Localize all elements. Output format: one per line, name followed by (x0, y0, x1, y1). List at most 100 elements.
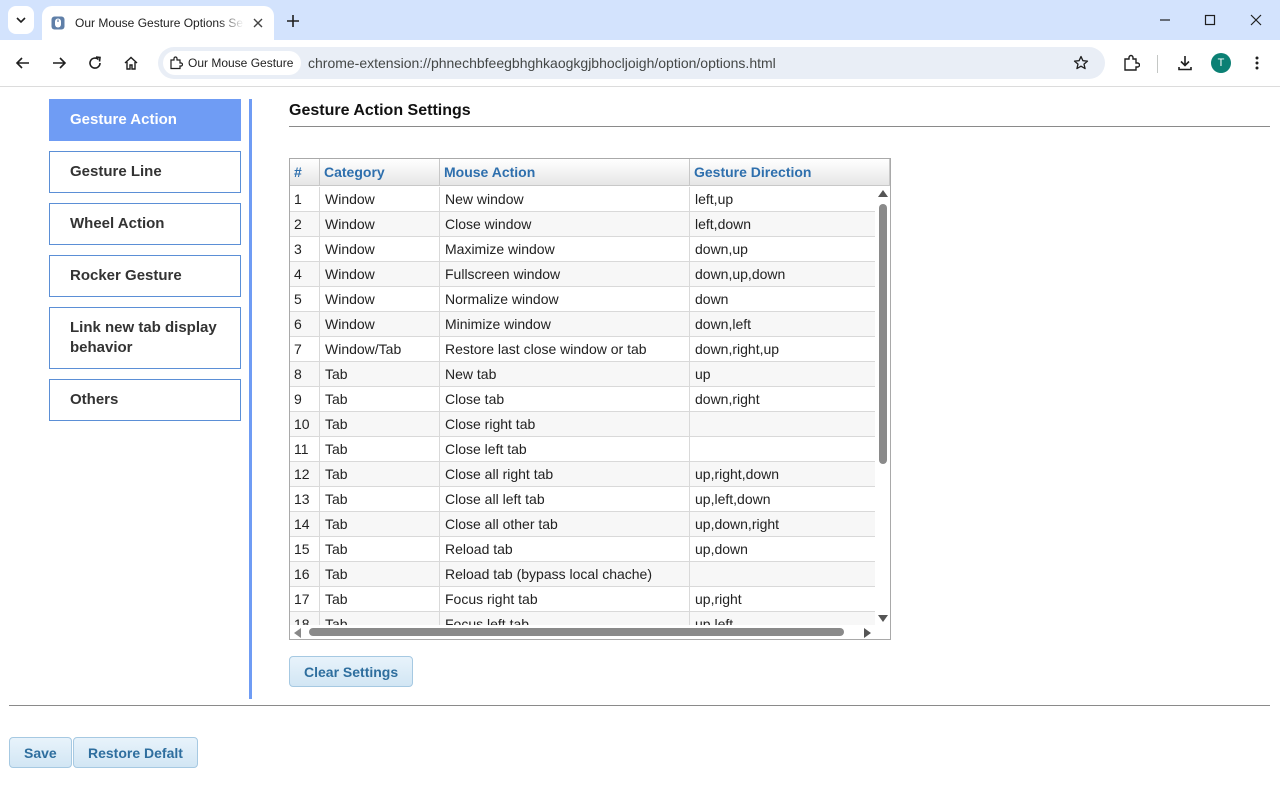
scroll-down-icon[interactable] (878, 615, 888, 622)
cell-index: 13 (290, 487, 320, 512)
cell-gesture-direction[interactable] (690, 562, 875, 587)
cell-gesture-direction[interactable]: up,right (690, 587, 875, 612)
cell-category: Window/Tab (320, 337, 440, 362)
table-row[interactable]: 3 Window Maximize window down,up (290, 237, 875, 262)
cell-gesture-direction[interactable]: up,left (690, 612, 875, 625)
table-row[interactable]: 9 Tab Close tab down,right (290, 387, 875, 412)
column-header-gesture-direction[interactable]: Gesture Direction (690, 159, 890, 186)
cell-gesture-direction[interactable] (690, 412, 875, 437)
minimize-window-button[interactable] (1153, 8, 1177, 32)
table-row[interactable]: 2 Window Close window left,down (290, 212, 875, 237)
close-window-button[interactable] (1244, 8, 1268, 32)
cell-mouse-action: Close all left tab (440, 487, 690, 512)
url-text[interactable]: chrome-extension://phnechbfeegbhghkaogkg… (308, 55, 776, 71)
settings-sidebar: Gesture Action Gesture Line Wheel Action… (49, 99, 241, 431)
mouse-icon (50, 15, 66, 31)
column-header-category[interactable]: Category (320, 159, 440, 186)
cell-gesture-direction[interactable]: down,right,up (690, 337, 875, 362)
extensions-button[interactable] (1119, 51, 1143, 75)
cell-index: 2 (290, 212, 320, 237)
cell-mouse-action: Reload tab (440, 537, 690, 562)
forward-button[interactable] (47, 51, 71, 75)
scroll-left-icon[interactable] (294, 628, 301, 638)
options-page: Gesture Action Gesture Line Wheel Action… (0, 87, 1280, 800)
vertical-scroll-thumb[interactable] (879, 204, 887, 464)
browser-tab-active[interactable]: Our Mouse Gesture Options Settings (42, 6, 274, 40)
cell-category: Tab (320, 487, 440, 512)
column-header-mouse-action[interactable]: Mouse Action (440, 159, 690, 186)
cell-gesture-direction[interactable]: down (690, 287, 875, 312)
cell-category: Tab (320, 537, 440, 562)
home-button[interactable] (119, 51, 143, 75)
cell-gesture-direction[interactable]: down,up (690, 237, 875, 262)
horizontal-scrollbar[interactable] (290, 625, 890, 639)
restore-default-button[interactable]: Restore Defalt (73, 737, 198, 768)
scroll-right-icon[interactable] (864, 628, 871, 638)
table-row[interactable]: 15 Tab Reload tab up,down (290, 537, 875, 562)
cell-category: Window (320, 287, 440, 312)
save-button[interactable]: Save (9, 737, 72, 768)
vertical-scrollbar[interactable] (875, 187, 890, 625)
chevron-down-icon (16, 17, 26, 24)
cell-gesture-direction[interactable]: left,down (690, 212, 875, 237)
table-row[interactable]: 7 Window/Tab Restore last close window or … (290, 337, 875, 362)
cell-mouse-action: Maximize window (440, 237, 690, 262)
profile-avatar[interactable]: T (1211, 53, 1231, 73)
sidebar-item-wheel-action[interactable]: Wheel Action (49, 203, 241, 245)
cell-gesture-direction[interactable]: up (690, 362, 875, 387)
table-row[interactable]: 17 Tab Focus right tab up,right (290, 587, 875, 612)
table-row[interactable]: 5 Window Normalize window down (290, 287, 875, 312)
table-row[interactable]: 11 Tab Close left tab (290, 437, 875, 462)
reload-button[interactable] (83, 51, 107, 75)
cell-index: 4 (290, 262, 320, 287)
sidebar-item-others[interactable]: Others (49, 379, 241, 421)
table-row[interactable]: 1 Window New window left,up (290, 187, 875, 212)
cell-gesture-direction[interactable]: up,down,right (690, 512, 875, 537)
menu-button[interactable] (1245, 51, 1269, 75)
cell-gesture-direction[interactable]: left,up (690, 187, 875, 212)
back-button[interactable] (11, 51, 35, 75)
table-row[interactable]: 8 Tab New tab up (290, 362, 875, 387)
scroll-up-icon[interactable] (878, 190, 888, 197)
cell-gesture-direction[interactable]: up,left,down (690, 487, 875, 512)
close-icon (1250, 14, 1262, 26)
cell-gesture-direction[interactable]: up,down (690, 537, 875, 562)
cell-index: 6 (290, 312, 320, 337)
cell-index: 18 (290, 612, 320, 625)
address-bar[interactable]: Our Mouse Gesture chrome-extension://phn… (158, 47, 1105, 79)
table-row[interactable]: 10 Tab Close right tab (290, 412, 875, 437)
cell-category: Window (320, 312, 440, 337)
cell-gesture-direction[interactable]: down,up,down (690, 262, 875, 287)
cell-gesture-direction[interactable]: down,right (690, 387, 875, 412)
downloads-button[interactable] (1173, 51, 1197, 75)
site-info-chip[interactable]: Our Mouse Gesture (163, 51, 302, 75)
sidebar-item-gesture-line[interactable]: Gesture Line (49, 151, 241, 193)
table-row[interactable]: 6 Window Minimize window down,left (290, 312, 875, 337)
bookmark-button[interactable] (1069, 51, 1093, 75)
table-row[interactable]: 4 Window Fullscreen window down,up,down (290, 262, 875, 287)
maximize-window-button[interactable] (1198, 8, 1222, 32)
title-divider (289, 126, 1270, 127)
tab-search-button[interactable] (8, 6, 34, 34)
horizontal-scroll-thumb[interactable] (309, 628, 844, 636)
new-tab-button[interactable] (282, 10, 304, 32)
table-row[interactable]: 18 Tab Focus left tab up,left (290, 612, 875, 625)
sidebar-item-rocker-gesture[interactable]: Rocker Gesture (49, 255, 241, 297)
sidebar-item-link-new-tab[interactable]: Link new tab display behavior (49, 307, 241, 369)
table-row[interactable]: 13 Tab Close all left tab up,left,down (290, 487, 875, 512)
cell-gesture-direction[interactable]: up,right,down (690, 462, 875, 487)
sidebar-item-gesture-action[interactable]: Gesture Action (49, 99, 241, 141)
table-row[interactable]: 16 Tab Reload tab (bypass local chache) (290, 562, 875, 587)
cell-gesture-direction[interactable]: down,left (690, 312, 875, 337)
cell-gesture-direction[interactable] (690, 437, 875, 462)
arrow-right-icon (53, 57, 67, 69)
clear-settings-button[interactable]: Clear Settings (289, 656, 414, 687)
cell-mouse-action: Normalize window (440, 287, 690, 312)
cell-index: 11 (290, 437, 320, 462)
gesture-action-grid: # Category Mouse Action Gesture Directio… (289, 158, 891, 640)
close-icon[interactable] (250, 15, 266, 31)
grid-header: # Category Mouse Action Gesture Directio… (290, 159, 890, 186)
table-row[interactable]: 14 Tab Close all other tab up,down,right (290, 512, 875, 537)
column-header-index[interactable]: # (290, 159, 320, 186)
table-row[interactable]: 12 Tab Close all right tab up,right,down (290, 462, 875, 487)
